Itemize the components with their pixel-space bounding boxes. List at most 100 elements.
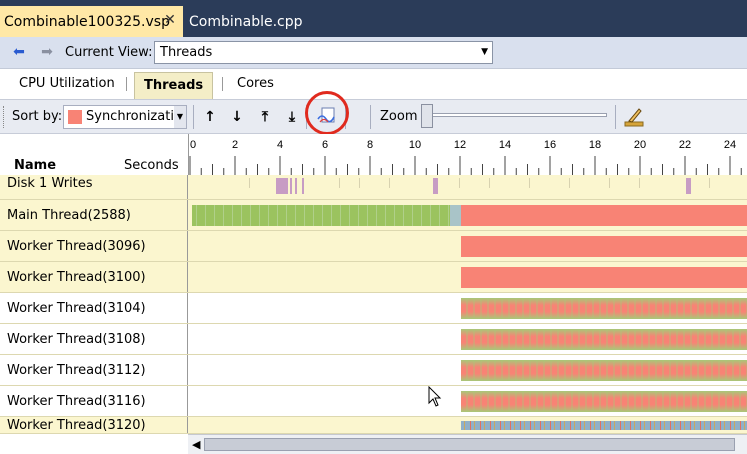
- thread-timeline[interactable]: [189, 293, 747, 323]
- tab-label: Combinable100325.vsp: [4, 13, 170, 30]
- horizontal-scrollbar[interactable]: ◀: [188, 434, 747, 454]
- disk-io-segment: [302, 178, 304, 194]
- tab-cores[interactable]: Cores: [237, 76, 274, 91]
- thread-timeline[interactable]: [189, 175, 747, 199]
- thread-name: Disk 1 Writes: [0, 175, 188, 199]
- transition-segment: [450, 205, 461, 226]
- thread-row[interactable]: Disk 1 Writes: [0, 175, 747, 200]
- execution-stripes: [461, 360, 747, 381]
- thread-timeline[interactable]: [189, 355, 747, 385]
- synchronization-segment: [461, 267, 747, 288]
- zoom-slider-track[interactable]: [423, 113, 607, 117]
- disk-activity-tick: [459, 178, 460, 188]
- close-icon[interactable]: ✕: [163, 13, 177, 27]
- thread-timeline[interactable]: [189, 262, 747, 292]
- toolbar-separator: [615, 105, 616, 129]
- disk-activity-tick: [489, 178, 490, 188]
- mixed-activity-segment: [461, 421, 747, 430]
- ruler-tick-label: 24: [724, 139, 736, 151]
- thread-timeline[interactable]: [189, 200, 747, 230]
- sort-by-value: Synchronization: [86, 109, 174, 124]
- mouse-cursor-icon: [428, 386, 442, 407]
- ruler-tick-label: 6: [322, 139, 328, 151]
- thread-row[interactable]: Worker Thread(3116): [0, 386, 747, 417]
- synchronization-segment: [461, 205, 747, 226]
- thread-name: Worker Thread(3116): [0, 386, 188, 416]
- thread-row[interactable]: Worker Thread(3108): [0, 324, 747, 355]
- disk-io-segment: [276, 178, 288, 194]
- zoom-slider-thumb[interactable]: [421, 104, 433, 128]
- sort-by-label: Sort by:: [12, 109, 63, 124]
- thread-timeline[interactable]: [189, 386, 747, 416]
- thread-name: Worker Thread(3120): [0, 417, 188, 433]
- ruler-tick-label: 14: [499, 139, 511, 151]
- thread-name: Worker Thread(3104): [0, 293, 188, 323]
- zoom-label: Zoom: [380, 109, 418, 124]
- sort-by-select[interactable]: Synchronization ▼: [63, 105, 187, 129]
- synchronization-segment: [461, 236, 747, 257]
- thread-row[interactable]: Worker Thread(3100): [0, 262, 747, 293]
- ruler-tick-label: 0: [190, 139, 196, 151]
- thread-list-header: Name Seconds: [0, 134, 188, 175]
- thread-timeline[interactable]: [189, 231, 747, 261]
- disk-activity-tick: [339, 178, 340, 188]
- tab-threads[interactable]: Threads: [134, 72, 214, 99]
- back-arrow-icon[interactable]: ⬅: [10, 44, 28, 60]
- tab-combinable-cpp[interactable]: Combinable.cpp: [189, 6, 303, 37]
- disk-io-segment: [290, 178, 292, 194]
- thread-name: Worker Thread(3112): [0, 355, 188, 385]
- view-bar: ⬅ ➡ Current View: Threads ▼: [0, 37, 747, 69]
- toolbar-separator: [193, 105, 194, 129]
- document-tab-strip: Combinable100325.vsp ✕ Combinable.cpp: [0, 0, 747, 37]
- tab-combinable-vsp[interactable]: Combinable100325.vsp ✕: [0, 6, 183, 37]
- tab-divider: [222, 77, 223, 91]
- thread-timeline[interactable]: [189, 417, 747, 433]
- thread-row[interactable]: Worker Thread(3104): [0, 293, 747, 324]
- highlight-annotation-ring: [305, 91, 349, 135]
- disk-activity-tick: [609, 178, 610, 188]
- disk-activity-tick: [389, 178, 390, 188]
- move-up-icon[interactable]: ↑: [201, 108, 219, 126]
- thread-name: Worker Thread(3108): [0, 324, 188, 354]
- tab-cpu-utilization[interactable]: CPU Utilization: [19, 76, 115, 91]
- disk-io-segment: [295, 178, 297, 194]
- toolbar-grip: [3, 106, 6, 128]
- thread-row[interactable]: Main Thread(2588): [0, 200, 747, 231]
- move-top-icon[interactable]: ⤒: [256, 108, 274, 126]
- disk-io-segment: [686, 178, 691, 194]
- toolbar-separator: [370, 105, 371, 129]
- execution-stripes: [461, 298, 747, 319]
- execution-stripes: [461, 329, 747, 350]
- thread-name: Worker Thread(3096): [0, 231, 188, 261]
- ruler-tick-label: 8: [367, 139, 373, 151]
- move-down-icon[interactable]: ↓: [228, 108, 246, 126]
- execution-segment: [192, 205, 450, 226]
- scroll-thumb[interactable]: [204, 438, 735, 451]
- disk-activity-tick: [529, 178, 530, 188]
- thread-timeline[interactable]: [189, 324, 747, 354]
- disk-io-segment: [433, 178, 438, 194]
- highlighter-icon[interactable]: [624, 105, 644, 127]
- thread-name: Main Thread(2588): [0, 200, 188, 230]
- name-column-header[interactable]: Name: [14, 158, 56, 173]
- disk-activity-tick: [359, 178, 360, 188]
- ruler-tick-label: 20: [634, 139, 646, 151]
- thread-row[interactable]: Worker Thread(3112): [0, 355, 747, 386]
- disk-activity-tick: [639, 178, 640, 188]
- tab-divider: [126, 77, 127, 91]
- ruler-tick-label: 18: [589, 139, 601, 151]
- time-ruler: 0 2 4 6 8 10 12 14 16 18 20 22 24: [188, 134, 747, 175]
- scroll-left-icon[interactable]: ◀: [192, 438, 200, 451]
- forward-arrow-icon[interactable]: ➡: [38, 44, 56, 60]
- ruler-tick-label: 2: [232, 139, 238, 151]
- current-view-value: Threads: [160, 45, 213, 60]
- move-bottom-icon[interactable]: ⤓: [283, 108, 301, 126]
- current-view-label: Current View:: [65, 45, 153, 60]
- thread-row[interactable]: Worker Thread(3096): [0, 231, 747, 262]
- synchronization-swatch: [68, 110, 82, 124]
- tab-label: Combinable.cpp: [189, 13, 303, 30]
- current-view-select[interactable]: Threads ▼: [154, 41, 493, 64]
- thread-row[interactable]: Worker Thread(3120): [0, 417, 747, 434]
- seconds-label: Seconds: [124, 158, 179, 173]
- chevron-down-icon: ▼: [481, 47, 488, 57]
